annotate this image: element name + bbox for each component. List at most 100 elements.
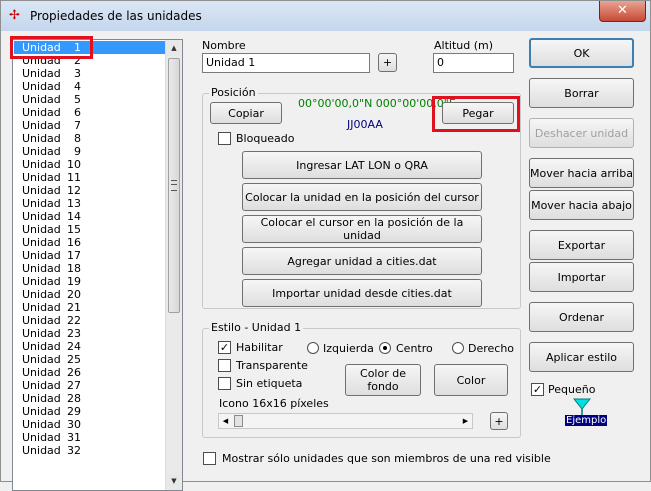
place-cursor-at-unit-button[interactable]: Colocar el cursor en la posición de la u…: [242, 215, 482, 243]
list-item-name: Unidad: [22, 223, 61, 236]
name-plus-button[interactable]: +: [378, 53, 397, 72]
list-item[interactable]: Unidad 5: [14, 93, 166, 106]
list-item[interactable]: Unidad 13: [14, 197, 166, 210]
scroll-thumb[interactable]: [168, 58, 180, 313]
scroll-left-arrow-icon[interactable]: ◀: [219, 414, 232, 428]
altitude-input[interactable]: 0: [433, 53, 514, 73]
list-item-number: 8: [74, 132, 81, 145]
list-item[interactable]: Unidad 12: [14, 184, 166, 197]
list-item[interactable]: Unidad 27: [14, 379, 166, 392]
list-item-number: 30: [67, 418, 81, 431]
list-item[interactable]: Unidad 25: [14, 353, 166, 366]
list-item-number: 26: [67, 366, 81, 379]
scroll-up-arrow-icon[interactable]: ▲: [167, 41, 181, 56]
unit-list[interactable]: Unidad 1 Unidad 2 Unidad 3 Unidad 4 Unidad 5 Unida…: [12, 39, 183, 491]
align-center-radio[interactable]: [379, 342, 391, 354]
list-item-number: 28: [67, 392, 81, 405]
list-item[interactable]: Unidad 19: [14, 275, 166, 288]
enter-latlon-button[interactable]: Ingresar LAT LON o QRA: [242, 151, 482, 179]
list-item[interactable]: Unidad 31: [14, 431, 166, 444]
transparent-label: Transparente: [236, 359, 308, 372]
undo-unit-button[interactable]: Deshacer unidad: [529, 118, 634, 148]
no-label-checkbox[interactable]: [218, 377, 231, 390]
altitude-label: Altitud (m): [434, 39, 494, 52]
list-item[interactable]: Unidad 22: [14, 314, 166, 327]
list-item-name: Unidad: [22, 392, 61, 405]
icon-scrollbar[interactable]: ◀ ▶: [218, 413, 473, 429]
list-item[interactable]: Unidad 8: [14, 132, 166, 145]
ok-button[interactable]: OK: [529, 38, 634, 68]
list-item-name: Unidad: [22, 353, 61, 366]
list-item-name: Unidad: [22, 184, 61, 197]
list-item[interactable]: Unidad 32: [14, 444, 166, 457]
sort-button[interactable]: Ordenar: [529, 302, 634, 332]
color-button[interactable]: Color: [434, 364, 508, 396]
background-color-button[interactable]: Color de fondo: [345, 364, 421, 396]
show-network-only-checkbox[interactable]: [203, 452, 216, 465]
add-unit-to-cities-button[interactable]: Agregar unidad a cities.dat: [242, 247, 482, 275]
align-right-radio[interactable]: [452, 342, 464, 354]
enable-checkbox[interactable]: ✓: [218, 341, 231, 354]
position-title: Posición: [209, 86, 258, 99]
list-item[interactable]: Unidad 20: [14, 288, 166, 301]
list-item[interactable]: Unidad 10: [14, 158, 166, 171]
list-item-number: 27: [67, 379, 81, 392]
copy-button[interactable]: Copiar: [210, 102, 282, 124]
list-item[interactable]: Unidad 15: [14, 223, 166, 236]
list-item-name: Unidad: [22, 80, 61, 93]
transparent-checkbox[interactable]: [218, 359, 231, 372]
list-item-name: Unidad: [22, 249, 61, 262]
scroll-right-arrow-icon[interactable]: ▶: [459, 414, 472, 428]
list-item[interactable]: Unidad 17: [14, 249, 166, 262]
name-input[interactable]: Unidad 1: [202, 53, 370, 73]
list-item-number: 21: [67, 301, 81, 314]
align-left-radio[interactable]: [307, 342, 319, 354]
icon-size-label: Icono 16x16 píxeles: [219, 397, 329, 410]
small-checkbox[interactable]: ✓: [531, 383, 544, 396]
list-item-name: Unidad: [22, 418, 61, 431]
list-item-name: Unidad: [22, 93, 61, 106]
list-item[interactable]: Unidad 6: [14, 106, 166, 119]
list-item[interactable]: Unidad 26: [14, 366, 166, 379]
place-unit-at-cursor-button[interactable]: Colocar la unidad en la posición del cur…: [242, 183, 482, 211]
list-item[interactable]: Unidad 9: [14, 145, 166, 158]
list-item-name: Unidad: [22, 301, 61, 314]
list-item[interactable]: Unidad 30: [14, 418, 166, 431]
list-item[interactable]: Unidad 24: [14, 340, 166, 353]
list-item[interactable]: Unidad 14: [14, 210, 166, 223]
icon-scroll-thumb[interactable]: [234, 415, 243, 427]
list-item[interactable]: Unidad 11: [14, 171, 166, 184]
list-item[interactable]: Unidad 16: [14, 236, 166, 249]
list-item-number: 13: [67, 197, 81, 210]
import-unit-from-cities-button[interactable]: Importar unidad desde cities.dat: [242, 279, 482, 307]
unit-list-items: Unidad 1 Unidad 2 Unidad 3 Unidad 4 Unidad 5 Unida…: [14, 41, 166, 457]
list-item[interactable]: Unidad 28: [14, 392, 166, 405]
show-network-only-label: Mostrar sólo unidades que son miembros d…: [222, 452, 551, 465]
icon-plus-button[interactable]: +: [490, 412, 508, 430]
list-item[interactable]: Unidad 3: [14, 67, 166, 80]
list-item-name: Unidad: [22, 158, 61, 171]
list-item-number: 19: [67, 275, 81, 288]
import-button[interactable]: Importar: [529, 262, 634, 292]
list-item[interactable]: Unidad 7: [14, 119, 166, 132]
list-item-number: 24: [67, 340, 81, 353]
list-item[interactable]: Unidad 21: [14, 301, 166, 314]
list-item-number: 16: [67, 236, 81, 249]
locked-label: Bloqueado: [236, 132, 295, 145]
move-up-button[interactable]: Mover hacia arriba: [529, 158, 634, 188]
delete-button[interactable]: Borrar: [529, 78, 634, 108]
list-item-name: Unidad: [22, 262, 61, 275]
list-item[interactable]: Unidad 4: [14, 80, 166, 93]
close-button[interactable]: ✕: [599, 1, 646, 22]
list-item[interactable]: Unidad 23: [14, 327, 166, 340]
title-bar[interactable]: ✢ Propiedades de las unidades ✕: [1, 1, 650, 31]
apply-style-button[interactable]: Aplicar estilo: [529, 342, 634, 372]
move-down-button[interactable]: Mover hacia abajo: [529, 190, 634, 220]
list-item-name: Unidad: [22, 288, 61, 301]
export-button[interactable]: Exportar: [529, 230, 634, 260]
window-title: Propiedades de las unidades: [30, 9, 202, 23]
unit-list-scrollbar[interactable]: ▲ ▼: [165, 40, 182, 490]
list-item[interactable]: Unidad 18: [14, 262, 166, 275]
locked-checkbox[interactable]: [218, 132, 231, 145]
list-item[interactable]: Unidad 29: [14, 405, 166, 418]
